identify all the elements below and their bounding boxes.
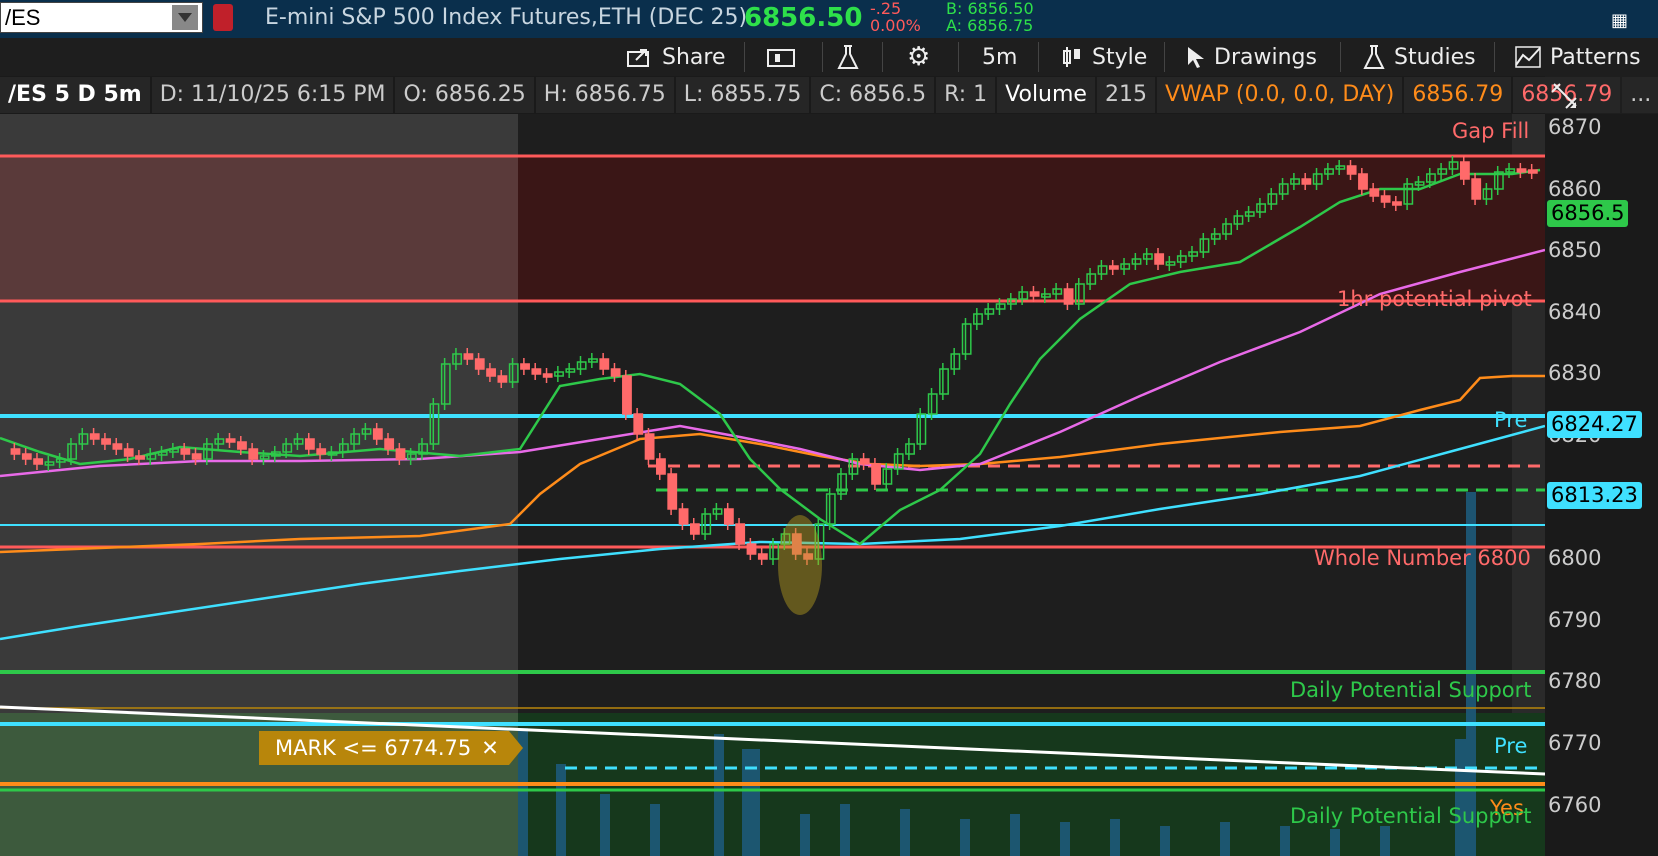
daily-support-label: Daily Potential Support — [1290, 678, 1532, 702]
chevron-down-icon[interactable] — [172, 5, 198, 30]
whole-number-label: Whole Number 6800 — [1314, 546, 1531, 570]
candle-style-icon — [1063, 47, 1080, 67]
bar-close: C: 6856.5 — [811, 77, 935, 113]
close-icon[interactable]: ✕ — [481, 731, 499, 765]
chart-label: /ES 5 D 5m — [0, 77, 150, 113]
more-studies[interactable]: ... — [1622, 77, 1658, 113]
gap-zone-shade — [518, 156, 1545, 301]
studies-button[interactable]: Studies — [1362, 44, 1476, 70]
gap-fill-label: Gap Fill — [1452, 119, 1530, 143]
price-tick-label: 6840 — [1548, 299, 1602, 324]
vwap-value-1: 6856.79 — [1404, 77, 1512, 113]
highlight-ellipse[interactable] — [778, 515, 822, 615]
share-button[interactable]: Share — [626, 44, 726, 70]
studies-label: Studies — [1394, 44, 1476, 70]
price-tick-label: 6860 — [1548, 176, 1602, 201]
symbol-selector[interactable] — [0, 2, 203, 33]
bid-ask-block: B: 6856.50 A: 6856.75 — [946, 0, 1034, 34]
pivot-label: 1hr potential pivot — [1337, 287, 1532, 311]
symbol-input[interactable] — [1, 3, 167, 32]
price-tick-label: 6780 — [1548, 669, 1602, 694]
snapshot-button[interactable] — [766, 44, 796, 70]
chart-info-bar: /ES 5 D 5m D: 11/10/25 6:15 PM O: 6856.2… — [0, 76, 1658, 114]
last-price: 6856.50 — [744, 3, 863, 33]
volume-value: 215 — [1096, 77, 1155, 113]
mark-alert-label: MARK <= 6774.75 — [275, 736, 472, 760]
flask-icon — [1363, 45, 1385, 69]
drawings-button[interactable]: Drawings — [1186, 44, 1317, 70]
gap-zone-shade-left — [0, 156, 518, 301]
cursor-arrow-icon — [1188, 47, 1204, 68]
gear-icon: ⚙ — [907, 42, 931, 72]
camera-icon — [767, 49, 795, 67]
mark-alert-tag[interactable]: MARK <= 6774.75 ✕ — [259, 731, 523, 765]
bar-open: O: 6856.25 — [395, 77, 534, 113]
interval-selector[interactable]: 5m — [982, 44, 1017, 70]
patterns-button[interactable]: Patterns — [1514, 44, 1641, 70]
drawings-label: Drawings — [1214, 44, 1317, 70]
style-button[interactable]: Style — [1060, 44, 1147, 70]
bid-price: B: 6856.50 — [946, 0, 1034, 18]
price-tick-label: 6850 — [1548, 238, 1602, 263]
flask-icon — [837, 45, 859, 69]
bar-date: D: 11/10/25 6:15 PM — [151, 77, 394, 113]
price-tick-label: 6830 — [1548, 361, 1602, 386]
bar-low: L: 6855.75 — [675, 77, 810, 113]
collapse-arrows-icon[interactable] — [1548, 80, 1580, 116]
price-chart[interactable] — [0, 114, 1545, 856]
pre-label-bottom: Pre — [1494, 734, 1528, 758]
vwap-study-label[interactable]: VWAP (0.0, 0.0, DAY) — [1156, 77, 1403, 113]
last-price-tag: 6856.5 — [1547, 200, 1629, 227]
price-tick-label: 6760 — [1548, 792, 1602, 817]
pre-label-top: Pre — [1494, 408, 1528, 432]
patterns-icon — [1515, 46, 1541, 68]
change-block: -.25 0.00% — [870, 0, 921, 34]
patterns-label: Patterns — [1550, 44, 1641, 70]
grid-menu-icon[interactable]: ▦ — [1611, 10, 1628, 31]
price-tick-label: 6790 — [1548, 607, 1602, 632]
price-tick-label: 6870 — [1548, 115, 1602, 139]
flask-button[interactable] — [836, 44, 860, 70]
net-change: -.25 — [870, 0, 902, 18]
symbol-bar: E-mini S&P 500 Index Futures,ETH (DEC 25… — [0, 0, 1658, 38]
interval-label: 5m — [982, 44, 1018, 70]
instrument-description: E-mini S&P 500 Index Futures,ETH (DEC 25… — [265, 5, 748, 30]
level-price-tag: 6813.23 — [1547, 482, 1642, 509]
pre-price-tag: 6824.27 — [1547, 411, 1642, 438]
link-color-tab[interactable] — [213, 4, 233, 31]
price-tick-label: 6770 — [1548, 731, 1602, 755]
ask-price: A: 6856.75 — [946, 16, 1034, 35]
daily-support-label-2: Daily Potential Support — [1290, 804, 1532, 828]
percent-change: 0.00% — [870, 16, 921, 35]
share-icon — [627, 49, 649, 67]
settings-button[interactable]: ⚙ — [907, 42, 931, 72]
volume-study-label[interactable]: Volume — [997, 77, 1095, 113]
bar-range: R: 1 — [936, 77, 996, 113]
bar-high: H: 6856.75 — [535, 77, 674, 113]
chart-toolbar: Share ⚙ 5m Style Drawings Studies Patter… — [0, 38, 1658, 76]
style-label: Style — [1092, 44, 1148, 70]
share-label: Share — [662, 44, 726, 70]
price-tick-label: 6800 — [1548, 546, 1602, 571]
